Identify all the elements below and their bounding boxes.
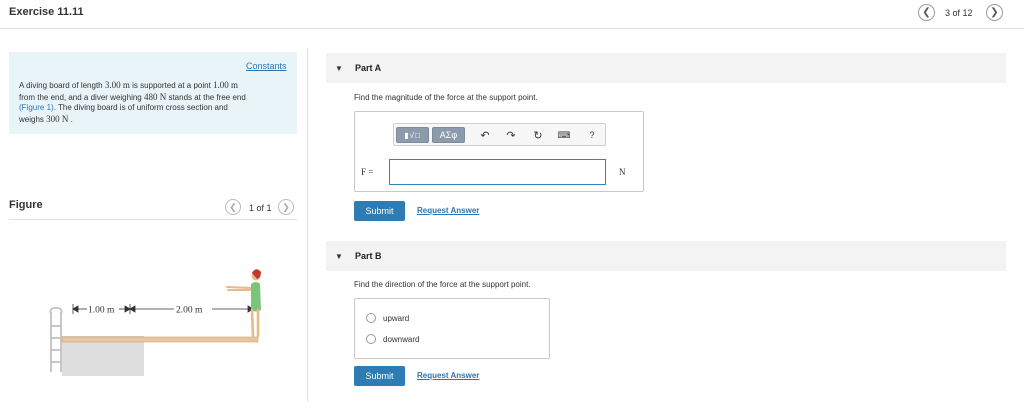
diving-board [61, 336, 259, 343]
exercise-counter: 3 of 12 [945, 8, 973, 18]
radio-downward[interactable] [366, 334, 376, 344]
part-b-header[interactable] [326, 241, 1006, 271]
part-b-submit-button[interactable]: Submit [354, 366, 405, 386]
reset-icon[interactable]: ↻ [531, 128, 545, 142]
collapse-arrow-icon[interactable]: ▼ [335, 64, 343, 73]
greek-symbols-button[interactable]: ΑΣφ [432, 127, 465, 143]
page-title: Exercise 11.11 [9, 6, 84, 18]
figure-divider [9, 219, 297, 220]
figure-counter: 1 of 1 [249, 203, 272, 213]
collapse-arrow-icon[interactable]: ▼ [335, 252, 343, 261]
figure-heading: Figure [9, 199, 43, 211]
chevron-left-icon: ❮ [229, 201, 237, 212]
part-a-request-answer-link[interactable]: Request Answer [417, 206, 479, 215]
undo-icon[interactable]: ↶ [478, 128, 492, 142]
column-divider [307, 48, 308, 402]
templates-icon: ▮√□ [404, 130, 421, 140]
constants-link[interactable]: Constants [246, 61, 287, 71]
diving-board-figure: 1.00 m 2.00 m [49, 269, 261, 376]
part-a-title: Part A [355, 63, 382, 73]
diver-figure [226, 269, 261, 338]
force-answer-input[interactable] [389, 159, 606, 185]
part-b-title: Part B [355, 251, 382, 261]
radio-upward[interactable] [366, 313, 376, 323]
option-label-downward[interactable]: downward [383, 335, 419, 344]
keyboard-icon[interactable]: ⌨ [557, 128, 571, 142]
variable-label: F = [361, 167, 374, 177]
header-divider [0, 28, 1024, 29]
part-a-submit-button[interactable]: Submit [354, 201, 405, 221]
part-a-prompt: Find the magnitude of the force at the s… [354, 93, 538, 102]
prev-exercise-button[interactable]: ❮ [918, 4, 935, 21]
templates-button[interactable]: ▮√□ [396, 127, 429, 143]
prev-figure-button[interactable]: ❮ [225, 199, 241, 215]
next-figure-button[interactable]: ❯ [278, 199, 294, 215]
figure-link[interactable]: (Figure 1) [19, 103, 54, 112]
chevron-right-icon: ❯ [990, 7, 999, 18]
unit-label: N [619, 167, 626, 177]
next-exercise-button[interactable]: ❯ [986, 4, 1003, 21]
direction-options [354, 298, 550, 359]
part-b-request-answer-link[interactable]: Request Answer [417, 371, 479, 380]
redo-icon[interactable]: ↷ [504, 128, 518, 142]
math-toolbar: ▮√□ ΑΣφ ↶ ↷ ↻ ⌨ ? [393, 123, 606, 146]
part-a-header[interactable] [326, 53, 1006, 83]
chevron-left-icon: ❮ [922, 7, 931, 18]
ladder [49, 307, 63, 372]
problem-text: A diving board of length 3.00 m is suppo… [19, 80, 246, 124]
part-b-prompt: Find the direction of the force at the s… [354, 280, 531, 289]
chevron-right-icon: ❯ [282, 201, 290, 212]
dimension-label-1: 1.00 m [88, 306, 115, 316]
help-icon[interactable]: ? [585, 128, 599, 142]
dimension-label-2: 2.00 m [176, 306, 203, 316]
option-label-upward[interactable]: upward [383, 314, 409, 323]
